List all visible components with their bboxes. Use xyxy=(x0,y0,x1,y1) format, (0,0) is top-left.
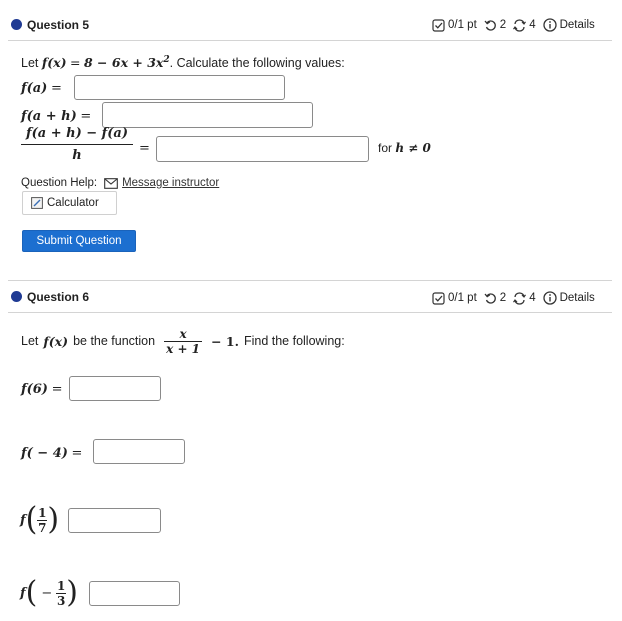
question-separator xyxy=(8,280,612,281)
f-one-seventh-numerator: 1 xyxy=(38,505,47,520)
question-6-meta: 0/1 pt 2 4 Details xyxy=(432,291,595,305)
submit-question-button[interactable]: Submit Question xyxy=(22,230,136,252)
f-neg-one-third-numerator: 1 xyxy=(57,578,66,593)
q5-function-name: f(x) xyxy=(41,55,67,71)
question-6-retries: 2 xyxy=(499,292,507,304)
info-icon[interactable] xyxy=(542,291,557,305)
question-help-label: Question Help: xyxy=(21,177,98,189)
calculator-label: Calculator xyxy=(47,197,99,209)
question-5-header-divider xyxy=(8,40,612,41)
question-6-score: 0/1 pt xyxy=(448,292,477,304)
submissions-icon xyxy=(513,291,527,305)
dq-fraction-bar xyxy=(21,144,133,145)
question-6-submissions: 4 xyxy=(529,292,536,304)
score-check-icon xyxy=(432,291,445,305)
fm4-label: f( − 4) xyxy=(21,446,68,461)
q5-function-expression: 8 − 6x + 3x xyxy=(84,55,164,71)
question-6-details-link[interactable]: Details xyxy=(560,292,595,304)
dq-equals: = xyxy=(139,141,150,156)
q6-fraction-denominator: x + 1 xyxy=(166,341,201,356)
f-one-seventh-answer-input[interactable] xyxy=(68,508,161,533)
f6-label-row: f(6) = xyxy=(21,382,63,397)
question-5-retries: 2 xyxy=(499,19,507,31)
question-5-submissions: 4 xyxy=(529,19,536,31)
question-5-status-dot xyxy=(11,19,22,30)
f-neg-one-third-denominator: 3 xyxy=(57,593,66,608)
dq-numerator: f(a + h) − f(a) xyxy=(26,126,128,141)
dq-denominator: h xyxy=(72,148,82,163)
fa-label-row: f(a) = xyxy=(21,81,62,96)
fah-label: f(a + h) xyxy=(21,109,77,124)
question-6-status-dot xyxy=(11,291,22,302)
calculator-button[interactable]: Calculator xyxy=(22,191,117,215)
f6-answer-input[interactable] xyxy=(69,376,161,401)
fa-label: f(a) xyxy=(21,81,48,96)
question-6-header-divider xyxy=(8,312,612,313)
q6-function-fraction: x x + 1 xyxy=(164,326,203,356)
question-5-prompt: Let f(x) = 8 − 6x + 3x2. Calculate the f… xyxy=(21,55,345,71)
fah-label-row: f(a + h) = xyxy=(21,109,92,124)
calculator-icon xyxy=(31,197,43,209)
submissions-icon xyxy=(513,18,527,32)
question-6-title: Question 6 xyxy=(27,290,90,304)
difference-quotient-input[interactable] xyxy=(156,136,369,162)
fm4-label-row: f( − 4) = xyxy=(21,446,83,461)
question-5-title: Question 5 xyxy=(27,18,90,32)
f-one-seventh-denominator: 7 xyxy=(38,520,47,535)
message-instructor-link[interactable]: Message instructor xyxy=(122,177,219,189)
envelope-icon xyxy=(104,177,118,189)
f-neg-one-third-label: f ( − 1 3 ) xyxy=(20,575,78,610)
difference-quotient: f(a + h) − f(a) h xyxy=(21,126,133,163)
question-5-score: 0/1 pt xyxy=(448,19,477,31)
fah-answer-input[interactable] xyxy=(102,102,313,128)
question-6-prompt: Let f(x) be the function x x + 1 − 1. Fi… xyxy=(21,326,345,356)
fa-answer-input[interactable] xyxy=(74,75,285,100)
f6-label: f(6) xyxy=(21,382,48,397)
submit-question-label: Submit Question xyxy=(36,235,122,247)
q6-fraction-numerator: x xyxy=(179,326,187,341)
info-icon[interactable] xyxy=(542,18,557,32)
h-condition: for h ≠ 0 xyxy=(378,141,431,155)
retry-icon xyxy=(484,292,496,304)
f-one-seventh-label: f ( 1 7 ) xyxy=(20,501,60,538)
q6-function-name: f(x) xyxy=(43,333,69,349)
score-check-icon xyxy=(432,18,445,32)
f-neg-one-third-answer-input[interactable] xyxy=(89,581,180,606)
question-help: Question Help: Message instructor xyxy=(21,177,219,189)
fm4-answer-input[interactable] xyxy=(93,439,185,464)
question-5-meta: 0/1 pt 2 4 Details xyxy=(432,18,595,32)
question-5-details-link[interactable]: Details xyxy=(560,19,595,31)
retry-icon xyxy=(484,19,496,31)
